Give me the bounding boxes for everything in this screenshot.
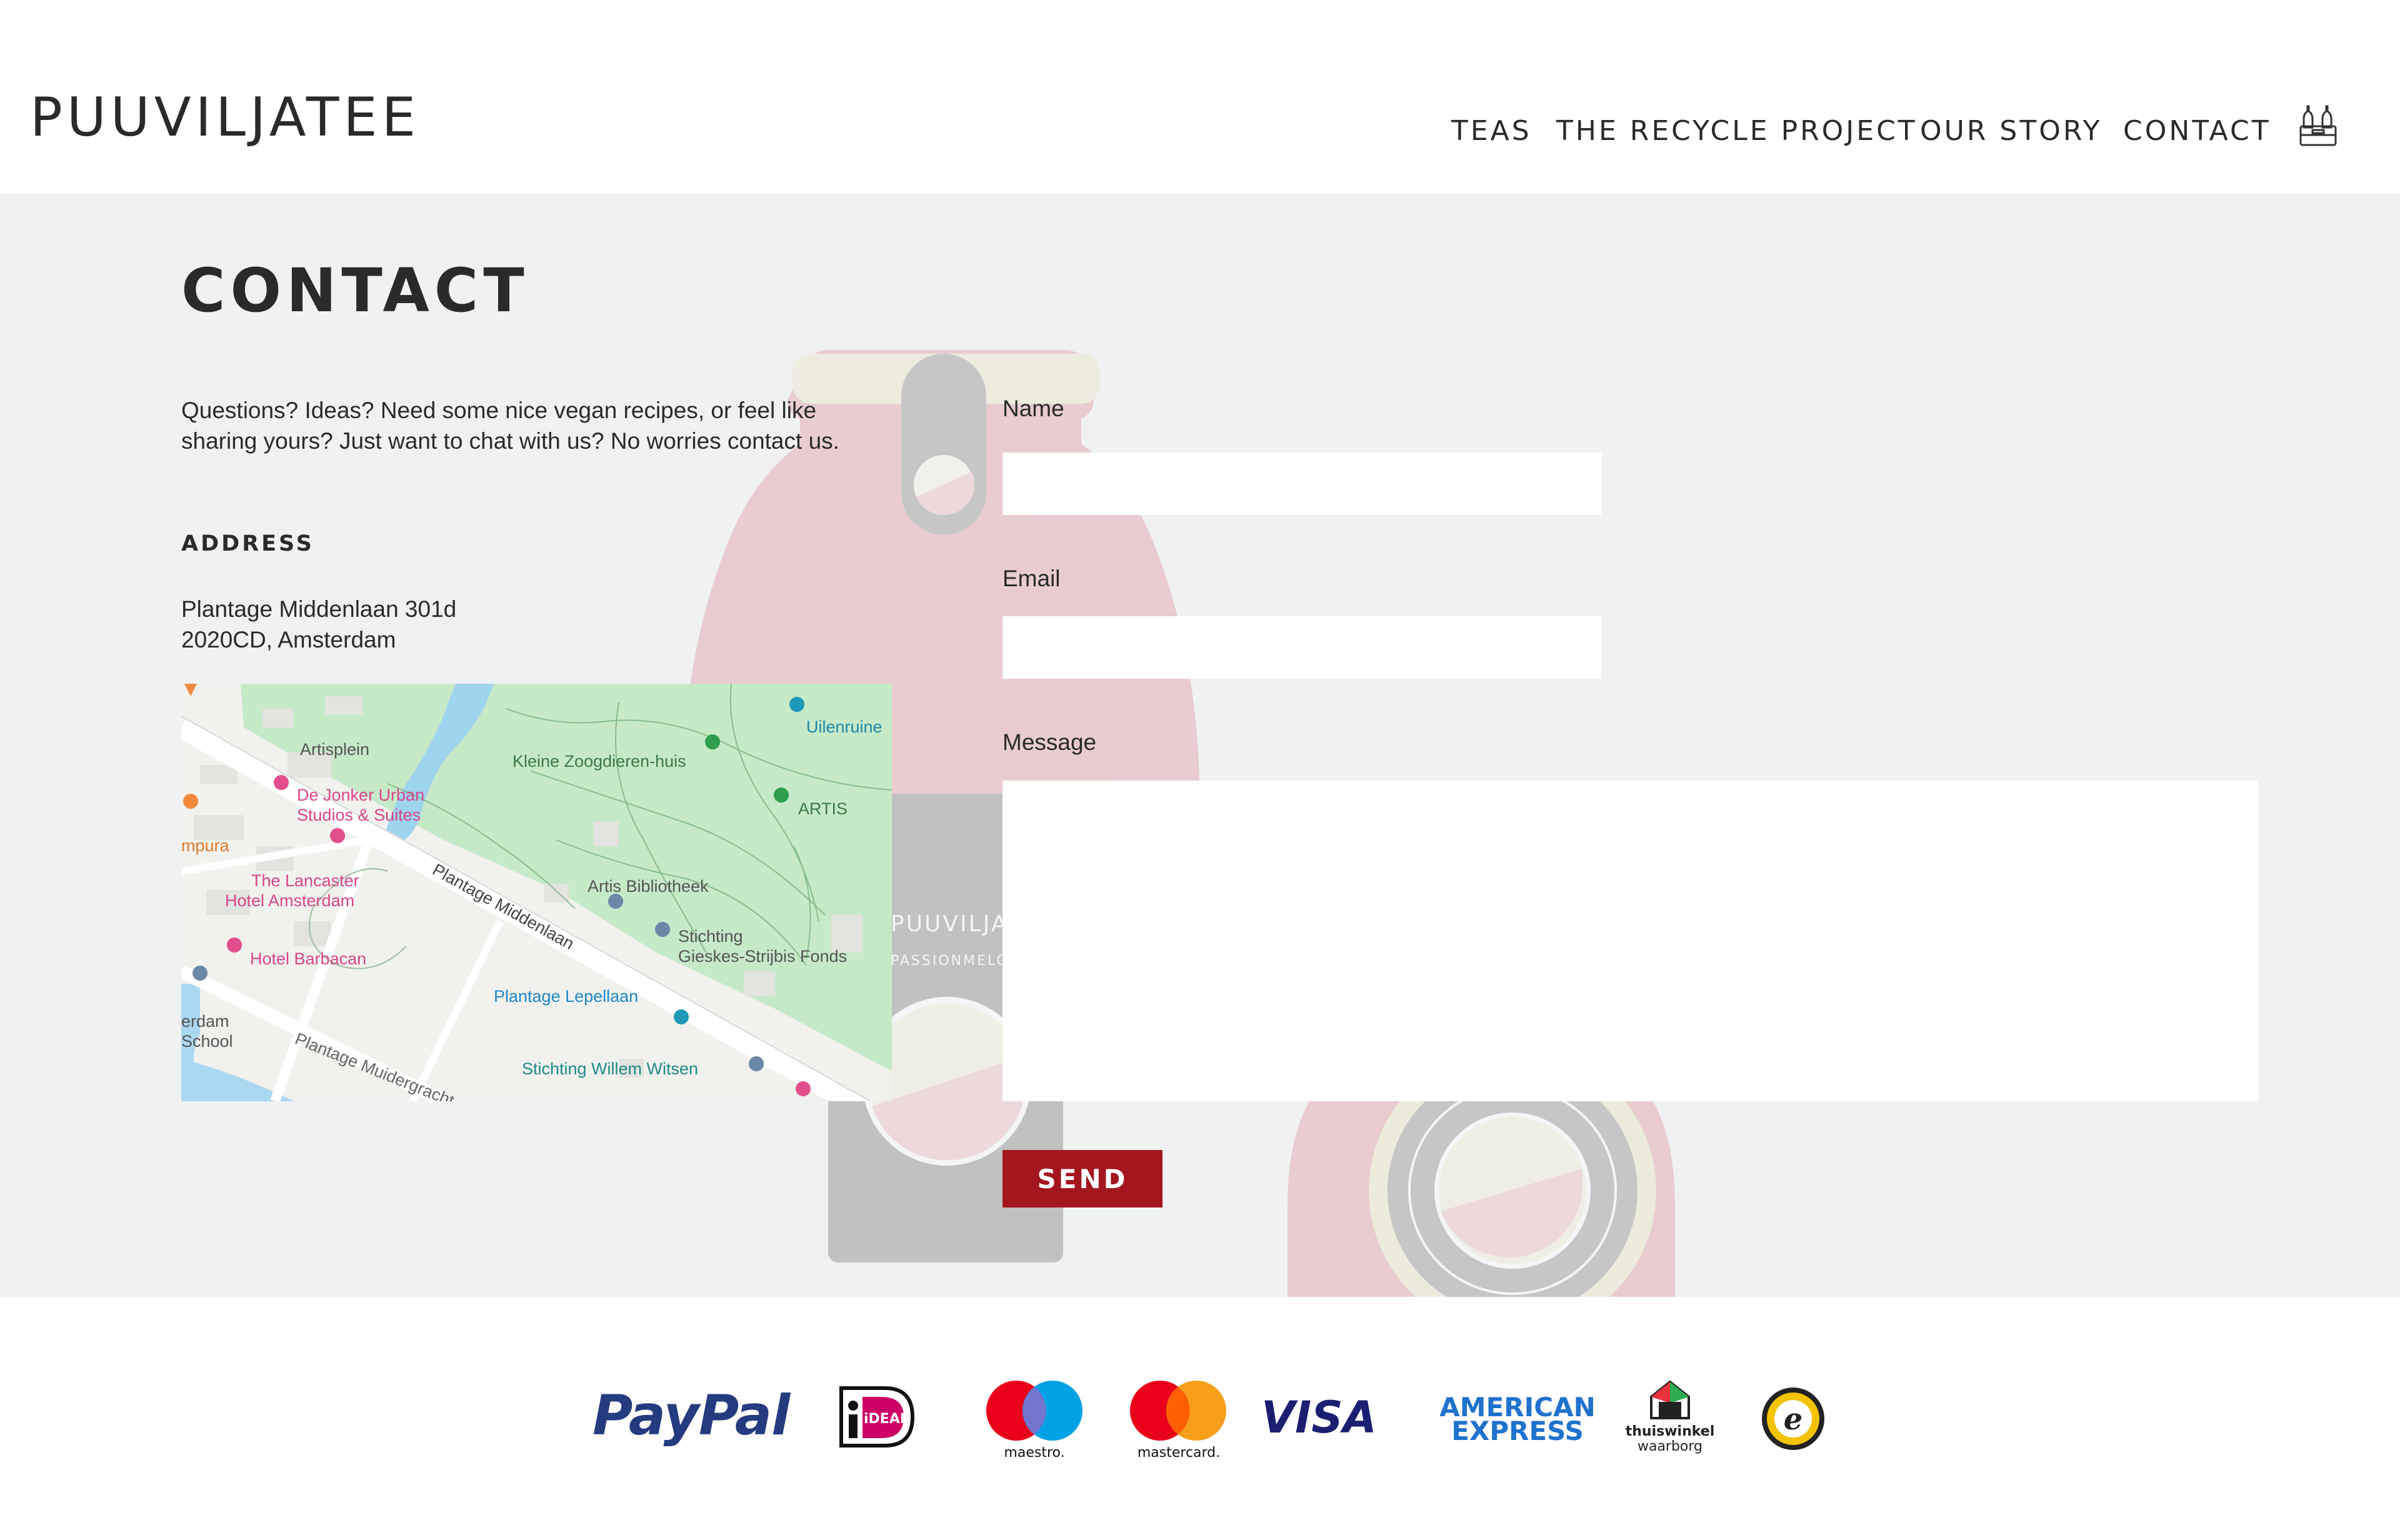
send-button[interactable]: SEND xyxy=(1002,1150,1162,1208)
nav-item-teas[interactable]: TEAS xyxy=(1451,112,1532,150)
trusted-shops-mark: e xyxy=(1784,1402,1803,1437)
email-input[interactable] xyxy=(1002,616,1601,679)
map-label-lepellaan: Plantage Lepellaan xyxy=(494,987,638,1006)
nav-item-contact[interactable]: CONTACT xyxy=(2123,112,2271,150)
map-label-dejonker-1: De Jonker Urban xyxy=(297,786,424,804)
map-label-barbacan: Hotel Barbacan xyxy=(250,949,366,968)
ideal-text: iDEAL xyxy=(864,1411,909,1427)
paypal-logo: PayPal xyxy=(592,1383,790,1448)
address-street: Plantage Middenlaan 301d xyxy=(181,596,457,622)
bottle-crate-icon[interactable] xyxy=(2299,104,2338,148)
amex-logo: AMERICAN EXPRESS xyxy=(1422,1394,1612,1446)
name-label: Name xyxy=(1002,396,1064,421)
map-label-witsen: Stichting Willem Witsen xyxy=(522,1059,698,1078)
location-map[interactable]: Uilenruine Artisplein Kleine Zoogdieren-… xyxy=(181,684,892,1101)
map-label-uilenruine: Uilenruine xyxy=(806,718,882,736)
name-input[interactable] xyxy=(1002,452,1601,515)
address-block: Plantage Middenlaan 301d 2020CD, Amsterd… xyxy=(181,594,456,655)
thuiswinkel-line-2: waarborg xyxy=(1637,1439,1703,1454)
map-label-lancaster-2: Hotel Amsterdam xyxy=(225,891,354,910)
map-label-erdam-2: School xyxy=(181,1032,233,1051)
mastercard-logo: mastercard. xyxy=(1126,1379,1231,1461)
map-label-dejonker-2: Studios & Suites xyxy=(297,806,421,824)
nav-item-recycle-project[interactable]: THE RECYCLE PROJECT xyxy=(1556,112,1918,150)
map-label-empura: mpura xyxy=(181,836,230,855)
address-heading: ADDRESS xyxy=(181,531,314,556)
map-label-bibliotheek: Artis Bibliotheek xyxy=(588,877,709,896)
map-label-artisplein: Artisplein xyxy=(300,740,369,759)
site-header: PUUVILJATEE TEAS THE RECYCLE PROJECT OUR… xyxy=(0,0,2400,194)
maestro-text: maestro. xyxy=(1004,1445,1064,1461)
maestro-logo: maestro. xyxy=(984,1379,1085,1461)
page-title: CONTACT xyxy=(181,256,529,326)
ideal-logo: iDEAL xyxy=(839,1386,915,1448)
nav-item-our-story[interactable]: OUR STORY xyxy=(1920,112,2102,150)
message-textarea[interactable] xyxy=(1002,781,2259,1101)
bottle-flavor-text: PASSIONMELON xyxy=(891,953,1021,969)
site-logo[interactable]: PUUVILJATEE xyxy=(30,86,420,149)
trusted-shops-logo: e xyxy=(1760,1386,1826,1452)
contact-section: PUUVILJATEE PASSIONMELON CONTACT Questio… xyxy=(0,194,2400,1297)
mastercard-text: mastercard. xyxy=(1138,1445,1220,1461)
map-label-artis: ARTIS xyxy=(798,799,848,818)
thuiswinkel-logo: thuiswinkel waarborg xyxy=(1625,1378,1715,1466)
email-label: Email xyxy=(1002,566,1061,591)
map-label-gieskes-1: Stichting xyxy=(678,927,743,946)
intro-text: Questions? Ideas? Need some nice vegan r… xyxy=(181,398,839,454)
map-label-kleine-zoogdieren: Kleine Zoogdieren-huis xyxy=(512,752,686,771)
visa-logo: VISA xyxy=(1261,1392,1377,1443)
message-label: Message xyxy=(1002,729,1097,755)
map-label-gieskes-2: Gieskes-Strijbis Fonds xyxy=(678,947,847,966)
amex-line-2: EXPRESS xyxy=(1451,1416,1584,1446)
thuiswinkel-line-1: thuiswinkel xyxy=(1625,1424,1715,1439)
map-label-erdam-1: erdam xyxy=(181,1012,229,1031)
address-city: 2020CD, Amsterdam xyxy=(181,627,396,652)
payment-methods-footer: PayPal iDEAL maestro. mastercard. VISA A… xyxy=(0,1297,2400,1540)
map-label-lancaster-1: The Lancaster xyxy=(251,871,359,890)
